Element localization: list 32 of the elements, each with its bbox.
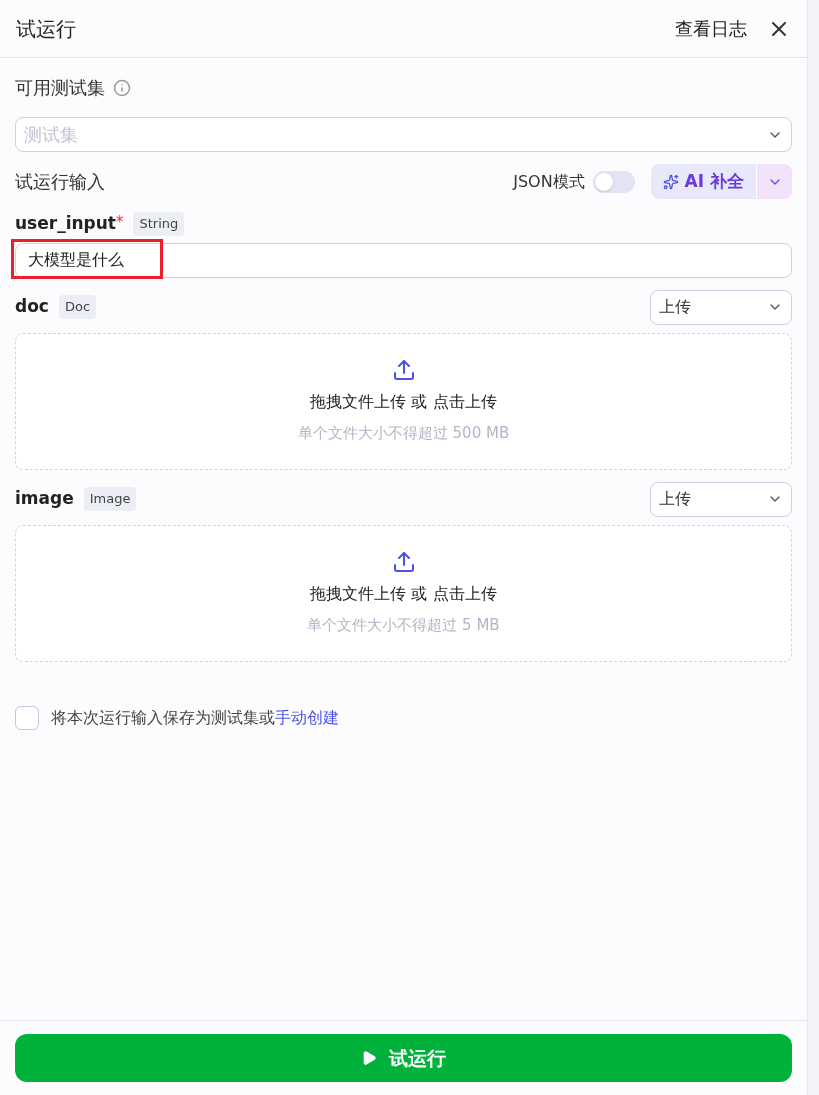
- play-icon: [361, 1050, 377, 1066]
- json-mode-label: JSON模式: [513, 170, 585, 193]
- file-drop-zone[interactable]: 拖拽文件上传 或 点击上传 单个文件大小不得超过 5 MB: [15, 524, 792, 662]
- field-name: user_input: [15, 212, 116, 235]
- drop-prompt: 拖拽文件上传 或 点击上传: [310, 582, 497, 605]
- save-option-text: 将本次运行输入保存为测试集或手动创建: [51, 706, 339, 729]
- manual-create-link[interactable]: 手动创建: [275, 707, 339, 727]
- field-name: image: [15, 487, 74, 511]
- field-name: doc: [15, 295, 49, 319]
- ai-dropdown-button[interactable]: [756, 164, 792, 199]
- view-log-link[interactable]: 查看日志: [675, 15, 747, 42]
- required-mark: *: [115, 212, 124, 231]
- panel-title: 试运行: [16, 15, 76, 43]
- json-mode-switch[interactable]: [592, 170, 635, 193]
- type-tag: Image: [83, 487, 137, 511]
- sparkle-icon: [662, 173, 679, 190]
- type-tag: Doc: [58, 295, 97, 319]
- save-checkbox[interactable]: [15, 705, 39, 730]
- section-label: 可用测试集: [15, 76, 105, 100]
- type-tag: String: [133, 212, 185, 236]
- size-hint: 单个文件大小不得超过 500 MB: [297, 422, 510, 444]
- drop-prompt: 拖拽文件上传 或 点击上传: [310, 390, 497, 413]
- ai-complete-button[interactable]: AI 补全: [650, 164, 756, 199]
- size-hint: 单个文件大小不得超过 5 MB: [307, 614, 500, 636]
- upload-mode-select[interactable]: 上传: [650, 481, 792, 517]
- upload-mode-select[interactable]: 上传: [650, 289, 792, 325]
- info-icon: [113, 78, 131, 97]
- text-input-field[interactable]: 大模型是什么: [15, 242, 792, 278]
- upload-icon: [391, 549, 416, 574]
- section-label: 试运行输入: [15, 170, 105, 194]
- file-drop-zone[interactable]: 拖拽文件上传 或 点击上传 单个文件大小不得超过 500 MB: [15, 332, 792, 470]
- upload-icon: [391, 357, 416, 382]
